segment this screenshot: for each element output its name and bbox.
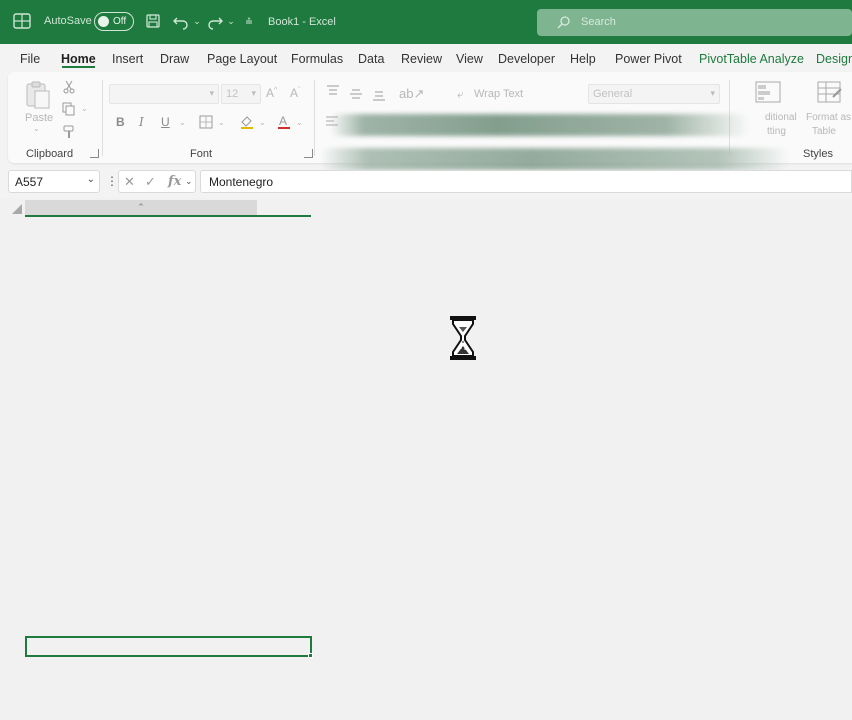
- active-cell[interactable]: [25, 636, 312, 657]
- align-bottom-icon[interactable]: [372, 90, 386, 102]
- autosave-label: AutoSave: [44, 15, 92, 27]
- enter-icon[interactable]: ✓: [145, 174, 156, 190]
- group-separator: [314, 80, 315, 156]
- save-icon[interactable]: [144, 12, 162, 30]
- fill-color-dropdown-icon[interactable]: ⌄: [259, 118, 266, 127]
- decrease-font-icon[interactable]: Aˇ: [290, 86, 300, 100]
- formula-input[interactable]: Montenegro: [200, 170, 852, 193]
- column-selection-indicator: [25, 215, 311, 217]
- autosave-toggle[interactable]: Off: [94, 12, 134, 31]
- motion-blur-artifact: [330, 114, 750, 136]
- tab-insert[interactable]: Insert: [112, 52, 143, 66]
- cut-icon[interactable]: [62, 80, 76, 94]
- borders-icon[interactable]: [199, 115, 213, 129]
- customize-toolbar-icon[interactable]: ⩮: [240, 12, 258, 30]
- tab-review[interactable]: Review: [401, 52, 442, 66]
- excel-logo-icon: [13, 13, 31, 29]
- font-size-combo[interactable]: 12 ▾: [221, 84, 261, 104]
- font-color-dropdown-icon[interactable]: ⌄: [296, 118, 303, 127]
- tab-developer[interactable]: Developer: [498, 52, 555, 66]
- tab-page-layout[interactable]: Page Layout: [207, 52, 277, 66]
- formula-content: Montenegro: [209, 175, 274, 189]
- copy-icon[interactable]: [62, 102, 76, 116]
- cancel-icon[interactable]: ✕: [124, 174, 135, 190]
- name-box-value: A557: [15, 175, 44, 189]
- name-box[interactable]: A557 ⌄: [8, 170, 100, 193]
- conditional-formatting-icon[interactable]: [755, 81, 781, 103]
- paste-dropdown-icon[interactable]: ⌄: [33, 124, 40, 133]
- increase-font-icon[interactable]: A^: [266, 86, 277, 100]
- conditional-formatting-label-2[interactable]: tting: [767, 126, 786, 137]
- toggle-knob: [98, 16, 109, 27]
- font-name-combo[interactable]: ▾: [109, 84, 219, 104]
- tab-view[interactable]: View: [456, 52, 483, 66]
- wrap-text-icon[interactable]: ⤶: [457, 87, 464, 102]
- formula-bar: A557 ⌄ ⋮ ✕ ✓ fx ⌄ Montenegro: [0, 168, 852, 196]
- ribbon-tabs: File Home Insert Draw Page Layout Formul…: [0, 44, 852, 74]
- underline-dropdown-icon[interactable]: ⌄: [179, 118, 186, 127]
- motion-blur-artifact: [320, 148, 790, 170]
- tab-pivottable-analyze[interactable]: PivotTable Analyze: [699, 52, 804, 66]
- italic-button[interactable]: I: [139, 115, 144, 129]
- formula-bar-grip-icon[interactable]: ⋮: [106, 174, 118, 188]
- search-box[interactable]: Search: [537, 9, 852, 36]
- font-size-value: 12: [226, 88, 239, 100]
- formula-buttons: ✕ ✓ fx ⌄: [118, 170, 196, 193]
- document-title: Book1 - Excel: [268, 16, 336, 28]
- autosave-state: Off: [113, 16, 127, 27]
- active-tab-indicator: [62, 66, 95, 68]
- tab-data[interactable]: Data: [358, 52, 384, 66]
- tab-design[interactable]: Design: [816, 52, 852, 66]
- tab-draw[interactable]: Draw: [160, 52, 189, 66]
- title-bar: AutoSave Off ⌄ ⌄ ⩮ Book1 - Excel Search: [0, 0, 852, 44]
- paste-label[interactable]: Paste: [25, 112, 53, 124]
- undo-dropdown-icon[interactable]: ⌄: [188, 12, 206, 30]
- tab-home[interactable]: Home: [61, 52, 96, 66]
- borders-dropdown-icon[interactable]: ⌄: [218, 118, 225, 127]
- copy-dropdown-icon[interactable]: ⌄: [81, 104, 88, 113]
- font-group-label: Font: [190, 148, 213, 160]
- align-middle-icon[interactable]: [349, 88, 363, 100]
- underline-button[interactable]: U: [161, 115, 170, 129]
- wrap-text-button[interactable]: Wrap Text: [474, 88, 523, 100]
- styles-group-label: Styles: [803, 148, 833, 160]
- fx-dropdown-icon[interactable]: ⌄: [185, 176, 193, 187]
- hourglass-icon: [450, 316, 476, 360]
- tab-power-pivot[interactable]: Power Pivot: [615, 52, 682, 66]
- select-all-corner[interactable]: [12, 204, 22, 214]
- format-as-table-label-1[interactable]: Format as: [806, 112, 851, 123]
- format-painter-icon[interactable]: [62, 125, 76, 139]
- svg-text:A: A: [279, 114, 287, 128]
- format-as-table-label-2[interactable]: Table: [812, 126, 836, 137]
- name-box-dropdown-icon[interactable]: ⌄: [87, 174, 95, 185]
- font-launcher-icon[interactable]: [304, 149, 313, 158]
- paste-icon[interactable]: [24, 80, 52, 110]
- orientation-icon[interactable]: ab↗: [399, 86, 424, 102]
- column-header[interactable]: ⌃: [25, 200, 257, 216]
- fill-color-icon[interactable]: [239, 114, 255, 130]
- tab-help[interactable]: Help: [570, 52, 596, 66]
- group-separator: [102, 80, 103, 156]
- insert-function-button[interactable]: fx: [168, 174, 181, 189]
- number-format-value: General: [593, 88, 633, 100]
- bold-button[interactable]: B: [116, 115, 125, 129]
- conditional-formatting-label-1[interactable]: ditional: [765, 112, 797, 123]
- fill-handle[interactable]: [308, 653, 313, 658]
- align-top-icon[interactable]: [326, 85, 340, 97]
- clipboard-launcher-icon[interactable]: [90, 149, 99, 158]
- tab-formulas[interactable]: Formulas: [291, 52, 343, 66]
- redo-dropdown-icon[interactable]: ⌄: [222, 12, 240, 30]
- tab-file[interactable]: File: [20, 52, 40, 66]
- format-as-table-icon[interactable]: [817, 81, 843, 105]
- number-format-combo[interactable]: General ▾: [588, 84, 720, 104]
- font-color-icon[interactable]: A: [276, 114, 292, 130]
- search-icon: [557, 16, 570, 29]
- clipboard-group-label: Clipboard: [26, 148, 74, 160]
- search-placeholder: Search: [581, 16, 616, 28]
